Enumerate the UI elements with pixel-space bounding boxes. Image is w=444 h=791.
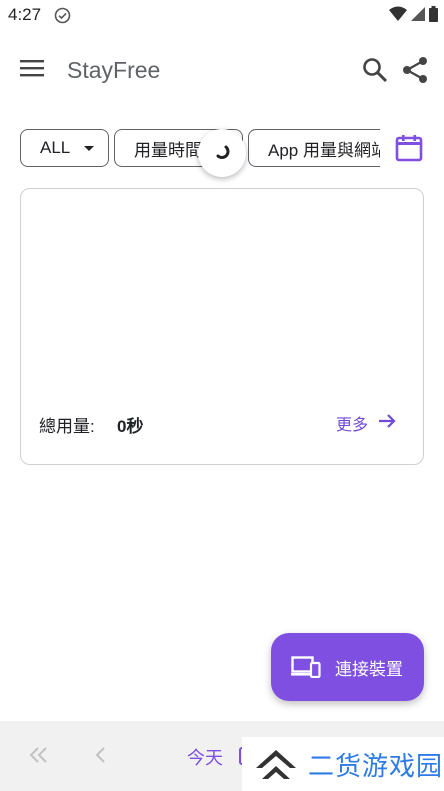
- share-icon: [401, 57, 429, 88]
- more-link-label: 更多: [336, 417, 369, 434]
- check-circle-icon: [54, 7, 71, 24]
- more-link[interactable]: 更多: [336, 411, 396, 435]
- chevron-left-icon[interactable]: [90, 744, 112, 766]
- loading-spinner: [198, 129, 246, 177]
- dropdown-caret-icon: [84, 145, 95, 151]
- search-button[interactable]: [361, 56, 389, 84]
- status-time: 4:27: [8, 5, 42, 24]
- battery-icon: [429, 6, 438, 27]
- category-dropdown[interactable]: ALL: [20, 129, 109, 167]
- loading-spinner-icon: [212, 141, 232, 166]
- arrow-right-icon: [378, 413, 396, 434]
- metric-chip-label: 用量時間: [134, 140, 202, 160]
- connect-device-label: 連接裝置: [335, 659, 403, 679]
- wifi-icon: [389, 6, 407, 27]
- view-chip[interactable]: App 用量與網站: [248, 129, 380, 167]
- watermark: 二货游戏园: [242, 737, 444, 791]
- menu-button[interactable]: [18, 58, 46, 82]
- watermark-logo-icon: [254, 746, 298, 782]
- total-usage-value: 0秒: [117, 417, 144, 436]
- signal-icon: [411, 6, 425, 27]
- menu-icon: [20, 59, 44, 82]
- category-dropdown-label: ALL: [40, 138, 71, 157]
- calendar-icon: [394, 135, 424, 167]
- devices-icon: [291, 656, 321, 678]
- system-icons: [389, 6, 438, 27]
- share-button[interactable]: [401, 56, 429, 84]
- search-icon: [361, 58, 389, 88]
- total-usage-label: 總用量:: [39, 417, 95, 436]
- connect-device-button[interactable]: 連接裝置: [271, 633, 424, 701]
- today-label[interactable]: 今天: [187, 744, 223, 770]
- calendar-button[interactable]: [394, 133, 426, 165]
- view-chip-label: App 用量與網站: [268, 140, 380, 160]
- double-chevron-left-icon[interactable]: [28, 744, 50, 766]
- app-title: StayFree: [67, 57, 161, 83]
- watermark-text: 二货游戏园: [308, 750, 444, 781]
